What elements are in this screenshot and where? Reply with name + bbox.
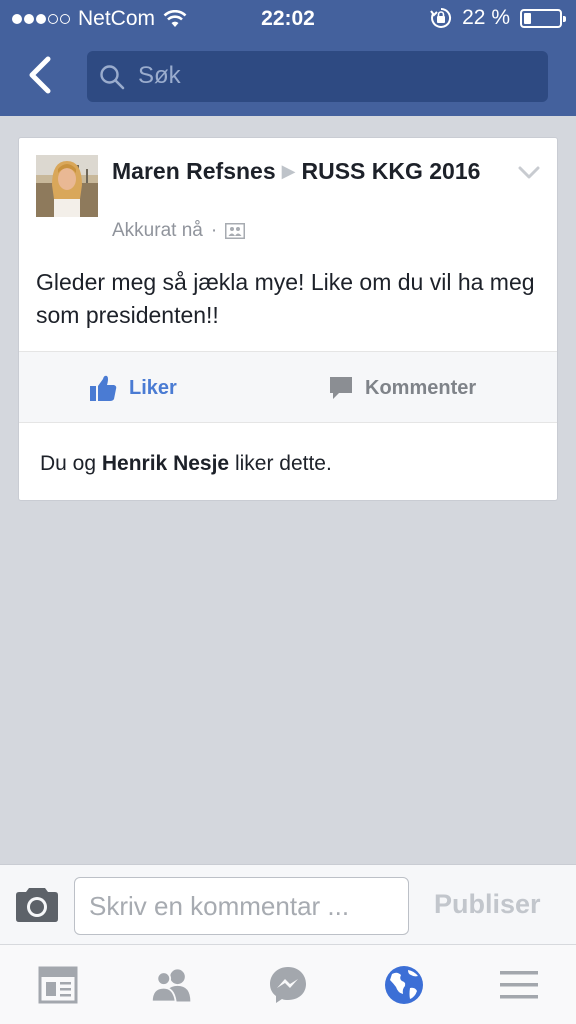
thumbs-up-icon <box>90 375 117 401</box>
likes-summary[interactable]: Du og Henrik Nesje liker dette. <box>40 452 332 476</box>
likes-prefix: Du og <box>40 452 102 475</box>
friends-icon <box>150 969 191 1003</box>
tab-more[interactable] <box>497 963 541 1007</box>
battery-percent: 22 % <box>462 6 510 29</box>
author-name[interactable]: Maren Refsnes <box>112 158 276 184</box>
avatar[interactable] <box>36 155 98 217</box>
chevron-down-icon[interactable] <box>518 166 540 180</box>
like-button[interactable]: Liker <box>90 352 177 424</box>
rotation-lock-icon <box>430 7 452 28</box>
app-header: NetCom 22:02 22 % Søk <box>0 0 576 116</box>
search-icon <box>100 65 125 90</box>
post-card: Maren Refsnes ▶ RUSS KKG 2016 Akkurat nå ·… <box>18 137 558 501</box>
messenger-icon <box>270 967 306 1003</box>
comment-input[interactable] <box>74 877 409 935</box>
post-header: Maren Refsnes ▶ RUSS KKG 2016 <box>112 156 512 187</box>
comment-button[interactable]: Kommenter <box>329 352 476 424</box>
tab-friends[interactable] <box>150 963 194 1007</box>
menu-icon <box>500 971 538 999</box>
publish-button[interactable]: Publiser <box>434 889 541 920</box>
post-text: Gleder meg så jækla mye! Like om du vil … <box>36 269 535 328</box>
search-bar[interactable]: Søk <box>87 51 548 102</box>
back-button[interactable] <box>22 55 62 95</box>
search-placeholder: Søk <box>138 62 181 89</box>
like-label: Liker <box>129 376 177 399</box>
group-audience-icon <box>225 223 246 239</box>
comment-composer: Publiser <box>0 864 576 944</box>
comment-icon <box>330 377 352 399</box>
comment-label: Kommenter <box>365 376 477 399</box>
status-bar: NetCom 22:02 22 % <box>0 0 576 38</box>
post-meta: Akkurat nå · <box>112 220 246 242</box>
battery-icon <box>520 8 566 28</box>
tab-news-feed[interactable] <box>36 963 80 1007</box>
chevron-left-icon <box>29 56 51 94</box>
meta-separator: · <box>210 220 218 241</box>
tab-bar <box>0 944 576 1024</box>
news-feed-icon <box>38 966 78 1004</box>
tab-messenger[interactable] <box>266 963 310 1007</box>
globe-icon <box>385 966 423 1004</box>
group-name[interactable]: RUSS KKG 2016 <box>301 158 480 184</box>
arrow-right-icon: ▶ <box>281 161 296 181</box>
post-timestamp[interactable]: Akkurat nå <box>112 220 203 242</box>
camera-icon[interactable] <box>14 887 60 923</box>
likes-suffix: liker dette. <box>229 452 332 475</box>
post-actions: Liker Kommenter <box>19 351 557 423</box>
tab-notifications[interactable] <box>382 963 426 1007</box>
liker-name[interactable]: Henrik Nesje <box>102 452 229 475</box>
